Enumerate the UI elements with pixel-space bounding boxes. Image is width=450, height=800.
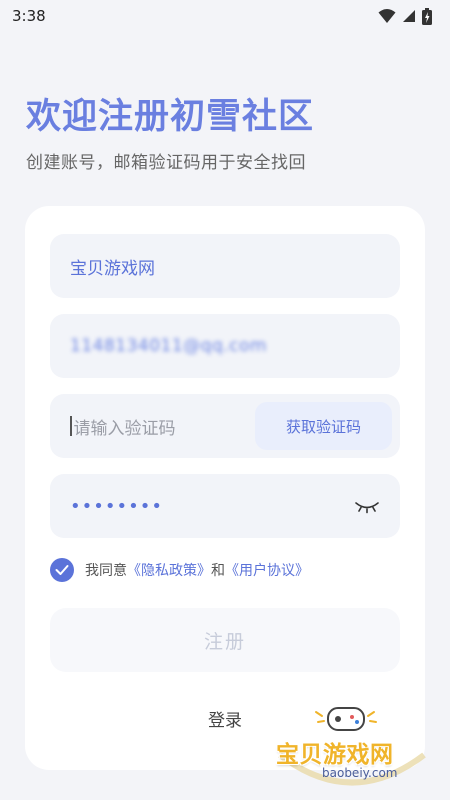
email-field[interactable]: 1148134011@qq.com bbox=[50, 314, 400, 378]
watermark-text: 宝贝游戏网 bbox=[276, 742, 394, 768]
username-value: 宝贝游戏网 bbox=[70, 258, 155, 279]
status-bar: 3:38 bbox=[0, 0, 450, 32]
username-field[interactable]: 宝贝游戏网 bbox=[50, 234, 400, 298]
watermark-domain: baobeiy.com bbox=[322, 766, 398, 780]
cellular-signal-icon bbox=[403, 10, 415, 22]
watermark-logo: 宝贝游戏网 baobeiy.com bbox=[272, 700, 432, 790]
register-form-card: 宝贝游戏网 1148134011@qq.com 请输入验证码 获取验证码 •••… bbox=[25, 206, 425, 770]
status-icons bbox=[378, 7, 432, 25]
verification-code-field[interactable]: 请输入验证码 获取验证码 bbox=[50, 394, 400, 458]
page-title: 欢迎注册初雪社区 bbox=[26, 97, 315, 137]
eye-closed-icon[interactable] bbox=[354, 498, 380, 514]
status-time: 3:38 bbox=[12, 7, 46, 25]
agreement-connector: 和 bbox=[211, 563, 225, 579]
terms-link[interactable]: 《用户协议》 bbox=[225, 560, 309, 580]
password-value: •••••••• bbox=[70, 495, 163, 517]
wifi-icon bbox=[378, 9, 396, 23]
password-field[interactable]: •••••••• bbox=[50, 474, 400, 538]
agreement-checkbox[interactable] bbox=[50, 558, 74, 582]
privacy-policy-link[interactable]: 《隐私政策》 bbox=[127, 560, 211, 580]
text-cursor bbox=[70, 416, 72, 436]
battery-icon bbox=[422, 7, 432, 25]
get-code-button[interactable]: 获取验证码 bbox=[255, 402, 392, 450]
agreement-row: 我同意 《隐私政策》 和 《用户协议》 bbox=[50, 558, 309, 582]
verification-code-placeholder: 请输入验证码 bbox=[73, 418, 176, 439]
email-value: 1148134011@qq.com bbox=[70, 336, 267, 356]
agreement-prefix: 我同意 bbox=[85, 563, 127, 579]
register-button[interactable]: 注册 bbox=[50, 608, 400, 672]
page-subtitle: 创建账号，邮箱验证码用于安全找回 bbox=[26, 153, 306, 173]
checkmark-icon bbox=[55, 565, 69, 575]
